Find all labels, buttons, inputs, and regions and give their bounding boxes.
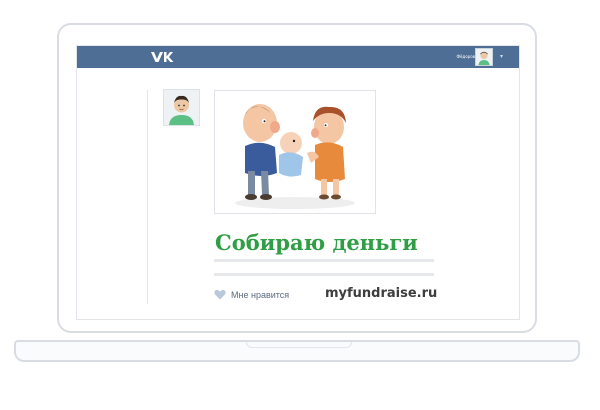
post-image[interactable] bbox=[214, 90, 376, 214]
like-label: Мне нравится bbox=[231, 290, 290, 300]
post-author-avatar[interactable] bbox=[163, 89, 200, 126]
laptop-base bbox=[14, 340, 580, 362]
topbar-avatar[interactable] bbox=[475, 48, 493, 66]
top-navigation-bar: Фёдоров ▾ bbox=[77, 46, 519, 68]
divider-line bbox=[214, 273, 434, 276]
topbar-user-name[interactable]: Фёдоров bbox=[457, 52, 475, 62]
divider-line bbox=[214, 259, 434, 262]
vk-logo-icon[interactable] bbox=[149, 49, 175, 65]
heart-icon bbox=[214, 289, 226, 300]
user-avatar-icon bbox=[164, 90, 199, 125]
site-watermark: myfundraise.ru bbox=[325, 286, 438, 301]
post-title: Собираю деньги bbox=[215, 230, 418, 255]
laptop-screen: Фёдоров ▾ Собираю деньги Мне нравится bbox=[76, 45, 520, 320]
left-column-divider bbox=[147, 90, 148, 304]
user-avatar-icon bbox=[476, 49, 492, 65]
family-figurines-illustration bbox=[215, 91, 375, 213]
laptop-base-notch bbox=[246, 342, 352, 348]
chevron-down-icon[interactable]: ▾ bbox=[500, 52, 503, 62]
